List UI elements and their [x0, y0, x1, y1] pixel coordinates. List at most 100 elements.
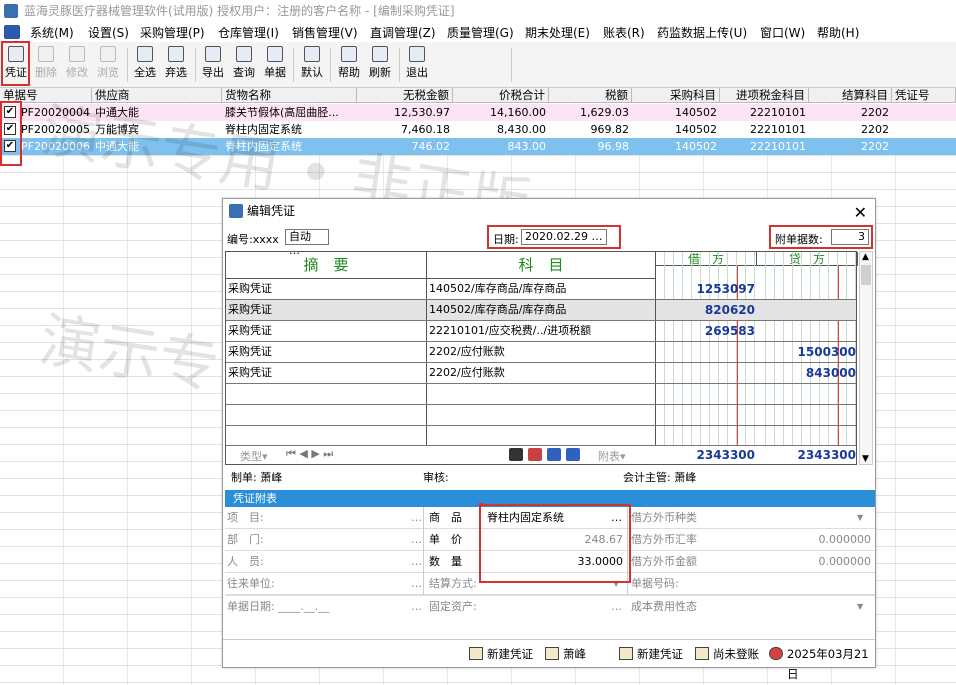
query-icon [236, 46, 252, 62]
col-settle-subject[interactable]: 结算科目 [809, 88, 892, 103]
scroll-thumb[interactable] [861, 265, 871, 285]
col-voucher-no[interactable]: 凭证号 [892, 88, 956, 103]
insert-row-icon[interactable] [547, 448, 561, 461]
project-more-icon[interactable]: … [411, 507, 422, 528]
col-total[interactable]: 价税合计 [453, 88, 549, 103]
contact-more-icon[interactable]: … [411, 573, 422, 594]
entry-credit [759, 300, 856, 320]
voucher-entry-row[interactable]: 采购凭证 140502/库存商品/库存商品 1253097 [226, 279, 856, 300]
toolbar: 凭证 删除 修改 浏览 全选 弃选 导出 查询 单据 默认 帮助 刷新 退出 [0, 42, 956, 88]
voucher-number-label: 编号:xxxx [227, 233, 279, 246]
export-icon [205, 46, 221, 62]
menu-quality[interactable]: 质量管理(G) [447, 24, 514, 41]
scroll-down-icon[interactable]: ▼ [862, 454, 869, 464]
voucher-entry-row-empty[interactable] [226, 405, 856, 426]
voucher-scrollbar[interactable]: ▲ ▼ [859, 251, 873, 465]
menu-bar: 系统(M) 设置(S) 采购管理(P) 仓库管理(I) 销售管理(V) 直调管理… [0, 22, 956, 42]
clock-icon [769, 647, 783, 660]
select-all-button[interactable]: 全选 [130, 44, 160, 80]
voucher-entry-row-active[interactable]: 采购凭证 140502/库存商品/库存商品 820620 [226, 300, 856, 321]
col-purchase-subject[interactable]: 采购科目 [632, 88, 720, 103]
fixed-asset-label: 固定资产: [429, 600, 477, 613]
voucher-entry-row-empty[interactable] [226, 384, 856, 405]
fx-rate-field[interactable]: 0.000000 [785, 529, 872, 550]
menu-sales[interactable]: 销售管理(V) [292, 24, 358, 41]
attach-table-dropdown[interactable]: 附表▾ [598, 448, 626, 464]
export-button[interactable]: 导出 [198, 44, 228, 80]
voucher-entry-row[interactable]: 采购凭证 2202/应付账款 843000 [226, 363, 856, 384]
fx-type-dropdown-icon[interactable]: ▼ [857, 507, 863, 528]
dept-more-icon[interactable]: … [411, 529, 422, 550]
exit-icon [409, 46, 425, 62]
exit-button[interactable]: 退出 [402, 44, 432, 80]
qty-label: 数 量 [429, 555, 462, 568]
col-notax[interactable]: 无税金额 [357, 88, 453, 103]
new-voucher-icon [469, 647, 483, 660]
cost-nature-label: 成本费用性态 [631, 600, 697, 613]
menu-system[interactable]: 系统(M) [30, 24, 74, 41]
query-button[interactable]: 查询 [229, 44, 259, 80]
voucher-entry-row[interactable]: 采购凭证 2202/应付账款 1500300 [226, 342, 856, 363]
status-date: 2025年03月21日 [767, 644, 875, 681]
modify-button[interactable]: 修改 [62, 44, 92, 80]
voucher-entry-row-empty[interactable] [226, 426, 856, 447]
menu-direct[interactable]: 直调管理(Z) [370, 24, 436, 41]
col-tax[interactable]: 税额 [549, 88, 632, 103]
cost-nature-dropdown-icon[interactable]: ▼ [857, 596, 863, 617]
deselect-button[interactable]: 弃选 [161, 44, 191, 80]
type-dropdown[interactable]: 类型▾ [240, 448, 268, 464]
help-button[interactable]: 帮助 [334, 44, 364, 80]
auto-number-select[interactable]: 自动 … [285, 229, 329, 257]
cell-purchase: 140502 [675, 123, 717, 136]
doc-date-more-icon[interactable]: … [411, 596, 422, 617]
status-mode: 新建凭证 [617, 644, 683, 664]
menu-warehouse[interactable]: 仓库管理(I) [218, 24, 279, 41]
default-icon [304, 46, 320, 62]
status-user: 萧峰 [543, 644, 586, 664]
col-goods[interactable]: 货物名称 [222, 88, 357, 103]
doc-date-label: 单据日期: ____.__.__ [227, 600, 330, 613]
delete-button[interactable]: 删除 [31, 44, 61, 80]
entry-subject: 22210101/应交税费/../进项税额 [427, 321, 656, 341]
price-label: 单 价 [429, 533, 462, 546]
col-summary: 摘 要 [226, 252, 427, 279]
default-button[interactable]: 默认 [297, 44, 327, 80]
toolbar-divider [399, 48, 400, 82]
menu-period-end[interactable]: 期末处理(E) [525, 24, 590, 41]
staff-more-icon[interactable]: … [411, 551, 422, 572]
menu-purchase[interactable]: 采购管理(P) [140, 24, 205, 41]
window-title: 蓝海灵豚医疗器械管理软件(试用版) 授权用户：注册的客户名称 - [编制采购凭证… [24, 4, 455, 18]
app-menu-icon[interactable] [4, 25, 20, 39]
voucher-entry-row[interactable]: 采购凭证 22210101/应交税费/../进项税额 269583 [226, 321, 856, 342]
menu-settings[interactable]: 设置(S) [88, 24, 129, 41]
entry-summary: 采购凭证 [226, 342, 427, 362]
fx-amount-field[interactable]: 0.000000 [785, 551, 872, 572]
menu-help[interactable]: 帮助(H) [817, 24, 859, 41]
fixed-asset-more-icon[interactable]: … [611, 596, 622, 617]
append-row-icon[interactable] [566, 448, 580, 461]
goods-label: 商 品 [429, 511, 462, 524]
save-icon[interactable] [509, 448, 523, 461]
cell-notax: 12,530.97 [394, 106, 450, 119]
record-nav-icon[interactable]: ⏮ ◀ ▶ ⏭ [286, 447, 333, 461]
help-icon [341, 46, 357, 62]
status-posting: 尚未登账 [693, 644, 759, 664]
refresh-button[interactable]: 刷新 [365, 44, 395, 80]
menu-upload[interactable]: 药监数据上传(U) [657, 24, 747, 41]
fx-type-label: 借方外币种类 [631, 511, 697, 524]
cell-total: 8,430.00 [497, 123, 546, 136]
entry-debit: 269583 [704, 324, 755, 338]
col-inputtax-subject[interactable]: 进项税金科目 [720, 88, 809, 103]
menu-reports[interactable]: 账表(R) [603, 24, 645, 41]
scroll-up-icon[interactable]: ▲ [862, 252, 869, 262]
menu-window[interactable]: 窗口(W) [760, 24, 805, 41]
browse-button[interactable]: 浏览 [93, 44, 123, 80]
document-button[interactable]: 单据 [260, 44, 290, 80]
dialog-title: 编辑凭证 [247, 204, 296, 218]
close-icon[interactable]: ✕ [854, 201, 867, 225]
delete-row-icon[interactable] [528, 448, 542, 461]
staff-label: 人 员: [227, 555, 264, 568]
browse-icon [100, 46, 116, 62]
deselect-icon [168, 46, 184, 62]
accountant: 会计主管: 萧峰 [623, 471, 697, 484]
